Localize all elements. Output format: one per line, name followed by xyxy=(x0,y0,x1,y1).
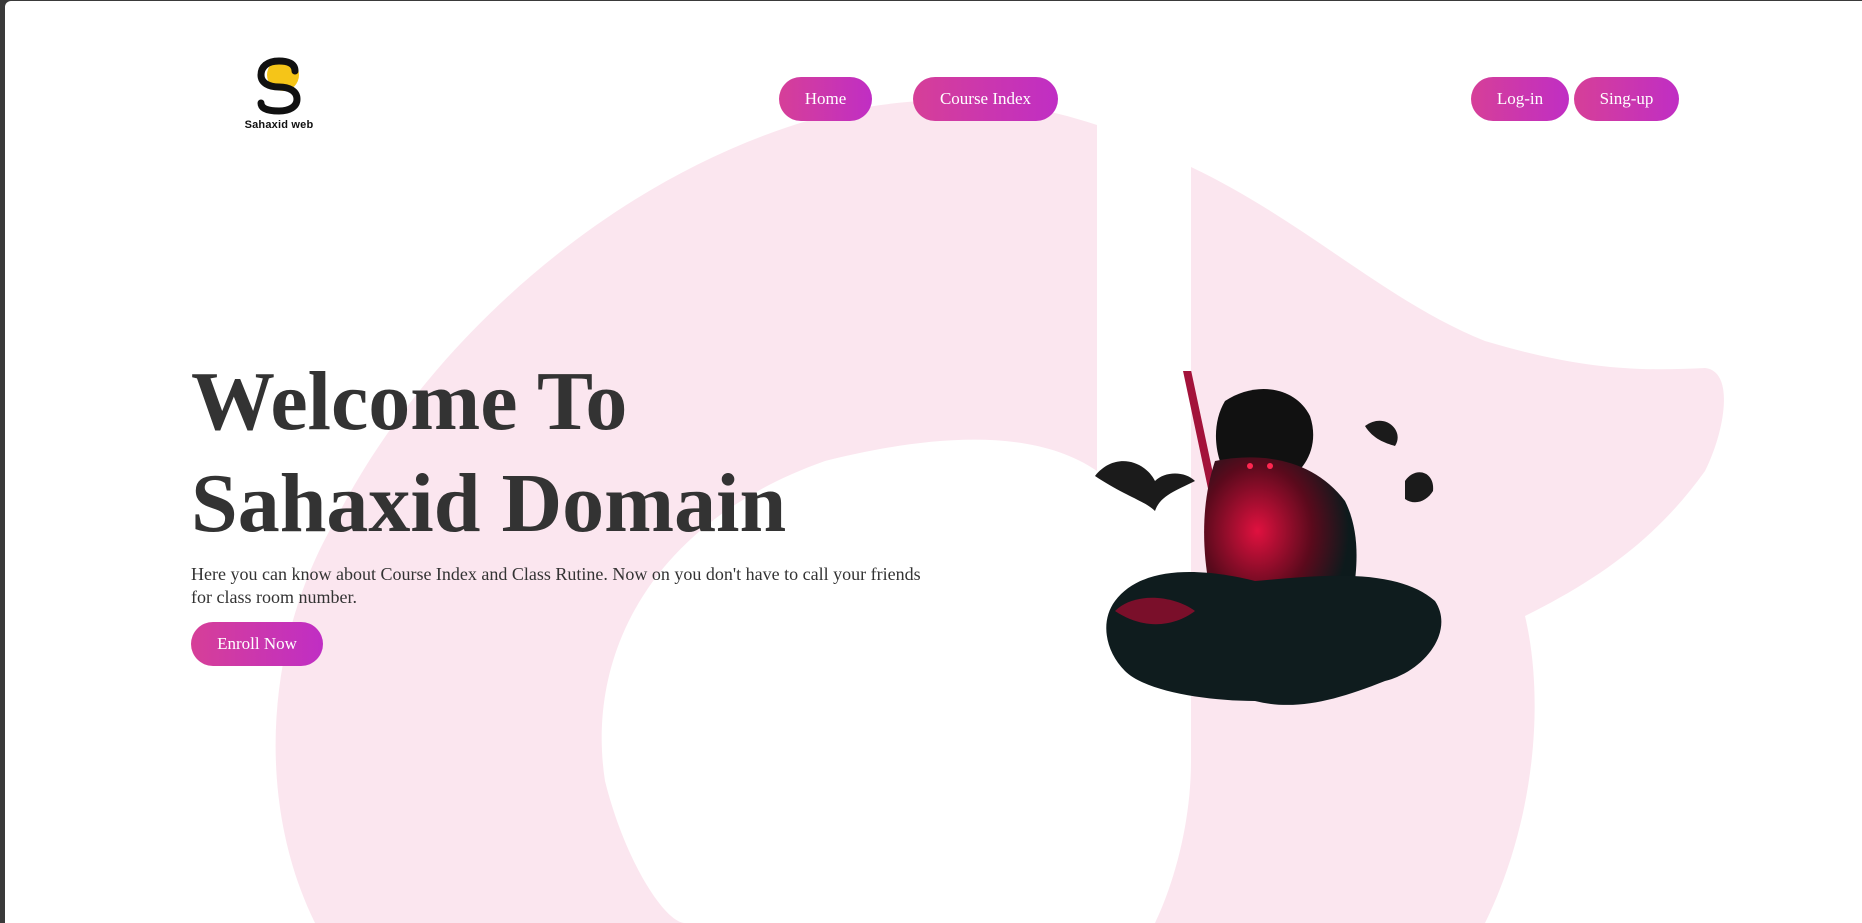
ninja-illustration xyxy=(1095,371,1442,705)
hero-title-line2: Sahaxid Domain xyxy=(191,457,787,550)
hero-title-line1: Welcome To xyxy=(191,355,628,448)
enroll-now-button[interactable]: Enroll Now xyxy=(191,622,323,666)
nav-home-button[interactable]: Home xyxy=(779,77,872,121)
signup-button[interactable]: Sing-up xyxy=(1574,77,1679,121)
brand-logo[interactable]: Sahaxid web xyxy=(234,57,324,131)
brand-name: Sahaxid web xyxy=(244,119,314,131)
login-button[interactable]: Log-in xyxy=(1471,77,1569,121)
hero-description: Here you can know about Course Index and… xyxy=(191,564,921,607)
sahaxid-logo-icon xyxy=(257,57,301,115)
hero-title: Welcome To Sahaxid Domain xyxy=(191,351,786,555)
browser-viewport: Sahaxid web Home Course Index Log-in Sin… xyxy=(5,1,1862,923)
nav-course-index-button[interactable]: Course Index xyxy=(913,77,1058,121)
